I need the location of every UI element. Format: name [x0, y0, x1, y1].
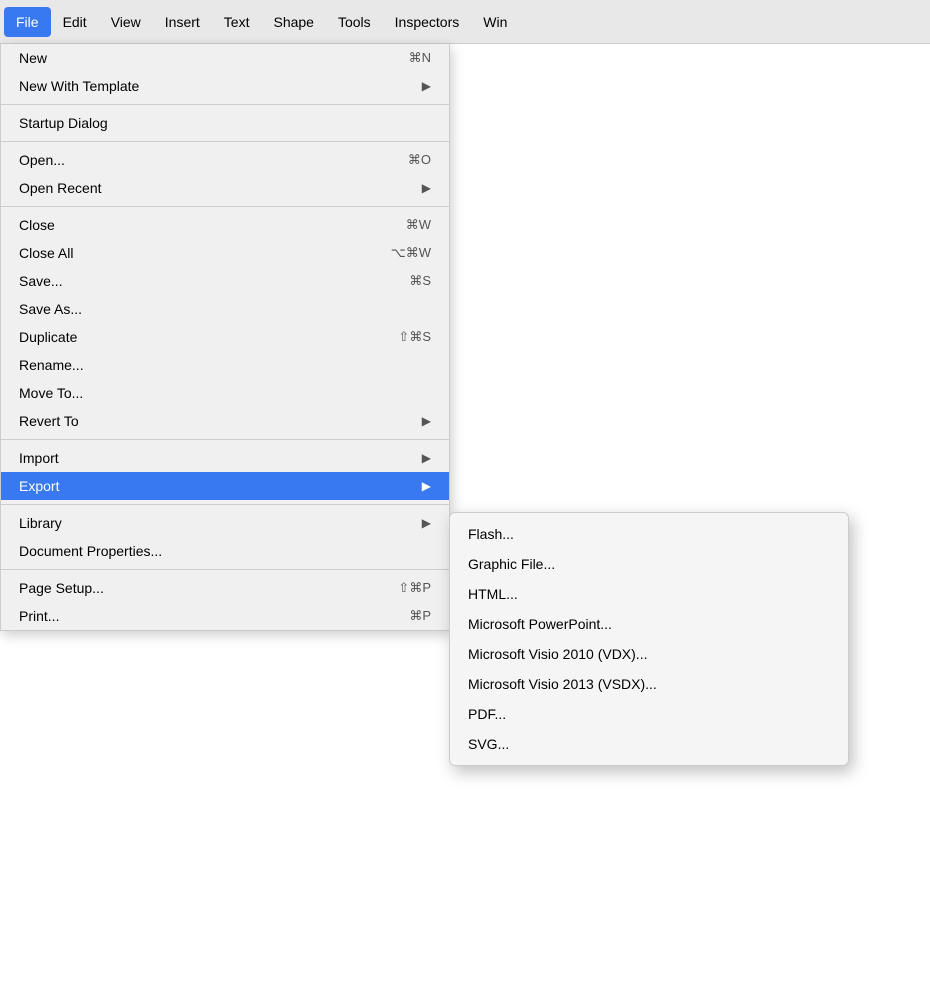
submenu-item-flash[interactable]: Flash...	[450, 519, 848, 549]
submenu-item-html[interactable]: HTML...	[450, 579, 848, 609]
menu-item-open-recent[interactable]: Open Recent ▶	[1, 174, 449, 202]
menu-item-save-as-label: Save As...	[19, 301, 431, 317]
submenu-arrow-new-with-template: ▶	[422, 79, 431, 93]
file-menu-dropdown: New ⌘N New With Template ▶ Startup Dialo…	[0, 44, 450, 631]
menu-item-close-all[interactable]: Close All ⌥⌘W	[1, 239, 449, 267]
menu-item-library[interactable]: Library ▶	[1, 509, 449, 537]
menu-item-import-label: Import	[19, 450, 422, 466]
menu-item-open-recent-label: Open Recent	[19, 180, 422, 196]
menu-item-revert-to[interactable]: Revert To ▶	[1, 407, 449, 435]
separator-1	[1, 104, 449, 105]
menubar-item-edit[interactable]: Edit	[51, 7, 99, 37]
menu-item-open-label: Open...	[19, 152, 378, 168]
menubar-item-file[interactable]: File	[4, 7, 51, 37]
menubar-item-win[interactable]: Win	[471, 7, 519, 37]
menu-item-close-label: Close	[19, 217, 376, 233]
menubar-item-shape[interactable]: Shape	[261, 7, 325, 37]
menu-item-export[interactable]: Export ▶	[1, 472, 449, 500]
menu-item-new-label: New	[19, 50, 379, 66]
menu-item-save[interactable]: Save... ⌘S	[1, 267, 449, 295]
menu-item-import[interactable]: Import ▶	[1, 444, 449, 472]
submenu-item-visio-2013[interactable]: Microsoft Visio 2013 (VSDX)...	[450, 669, 848, 699]
menu-item-print-shortcut: ⌘P	[409, 608, 431, 624]
menu-item-save-label: Save...	[19, 273, 379, 289]
export-submenu: Flash... Graphic File... HTML... Microso…	[449, 512, 849, 766]
menubar-item-view[interactable]: View	[99, 7, 153, 37]
submenu-arrow-revert-to: ▶	[422, 414, 431, 428]
menu-item-duplicate-label: Duplicate	[19, 329, 368, 345]
menu-item-print[interactable]: Print... ⌘P	[1, 602, 449, 630]
menubar: File Edit View Insert Text Shape Tools I…	[0, 0, 930, 44]
menu-item-startup-dialog[interactable]: Startup Dialog	[1, 109, 449, 137]
menubar-item-tools[interactable]: Tools	[326, 7, 383, 37]
menu-item-document-properties-label: Document Properties...	[19, 543, 431, 559]
separator-5	[1, 504, 449, 505]
menu-item-print-label: Print...	[19, 608, 379, 624]
submenu-item-pdf[interactable]: PDF...	[450, 699, 848, 729]
submenu-arrow-export: ▶	[422, 479, 431, 493]
menu-item-library-label: Library	[19, 515, 422, 531]
submenu-item-svg[interactable]: SVG...	[450, 729, 848, 759]
separator-2	[1, 141, 449, 142]
menu-item-new[interactable]: New ⌘N	[1, 44, 449, 72]
separator-6	[1, 569, 449, 570]
menu-item-open-shortcut: ⌘O	[408, 152, 431, 168]
submenu-item-graphic-file[interactable]: Graphic File...	[450, 549, 848, 579]
menubar-item-insert[interactable]: Insert	[153, 7, 212, 37]
menu-item-new-with-template[interactable]: New With Template ▶	[1, 72, 449, 100]
submenu-arrow-open-recent: ▶	[422, 181, 431, 195]
menu-item-new-with-template-label: New With Template	[19, 78, 422, 94]
menu-item-save-as[interactable]: Save As...	[1, 295, 449, 323]
separator-3	[1, 206, 449, 207]
menu-item-duplicate-shortcut: ⇧⌘S	[398, 329, 431, 345]
menubar-item-text[interactable]: Text	[212, 7, 262, 37]
submenu-item-visio-2010[interactable]: Microsoft Visio 2010 (VDX)...	[450, 639, 848, 669]
menu-item-close[interactable]: Close ⌘W	[1, 211, 449, 239]
menu-item-open[interactable]: Open... ⌘O	[1, 146, 449, 174]
menu-item-page-setup[interactable]: Page Setup... ⇧⌘P	[1, 574, 449, 602]
menu-item-save-shortcut: ⌘S	[409, 273, 431, 289]
menu-item-rename-label: Rename...	[19, 357, 431, 373]
menubar-item-inspectors[interactable]: Inspectors	[383, 7, 472, 37]
menu-item-duplicate[interactable]: Duplicate ⇧⌘S	[1, 323, 449, 351]
menu-item-rename[interactable]: Rename...	[1, 351, 449, 379]
submenu-item-powerpoint[interactable]: Microsoft PowerPoint...	[450, 609, 848, 639]
menu-item-new-shortcut: ⌘N	[409, 50, 431, 66]
submenu-arrow-import: ▶	[422, 451, 431, 465]
separator-4	[1, 439, 449, 440]
menu-item-page-setup-shortcut: ⇧⌘P	[398, 580, 431, 596]
main-area: New ⌘N New With Template ▶ Startup Dialo…	[0, 44, 930, 1000]
menu-item-close-all-label: Close All	[19, 245, 361, 261]
menu-item-page-setup-label: Page Setup...	[19, 580, 368, 596]
menu-item-move-to-label: Move To...	[19, 385, 431, 401]
menu-item-export-label: Export	[19, 478, 422, 494]
menu-item-close-shortcut: ⌘W	[406, 217, 431, 233]
menu-item-close-all-shortcut: ⌥⌘W	[391, 245, 431, 261]
menu-item-document-properties[interactable]: Document Properties...	[1, 537, 449, 565]
menu-item-startup-dialog-label: Startup Dialog	[19, 115, 431, 131]
submenu-arrow-library: ▶	[422, 516, 431, 530]
menu-item-revert-to-label: Revert To	[19, 413, 422, 429]
menu-item-move-to[interactable]: Move To...	[1, 379, 449, 407]
